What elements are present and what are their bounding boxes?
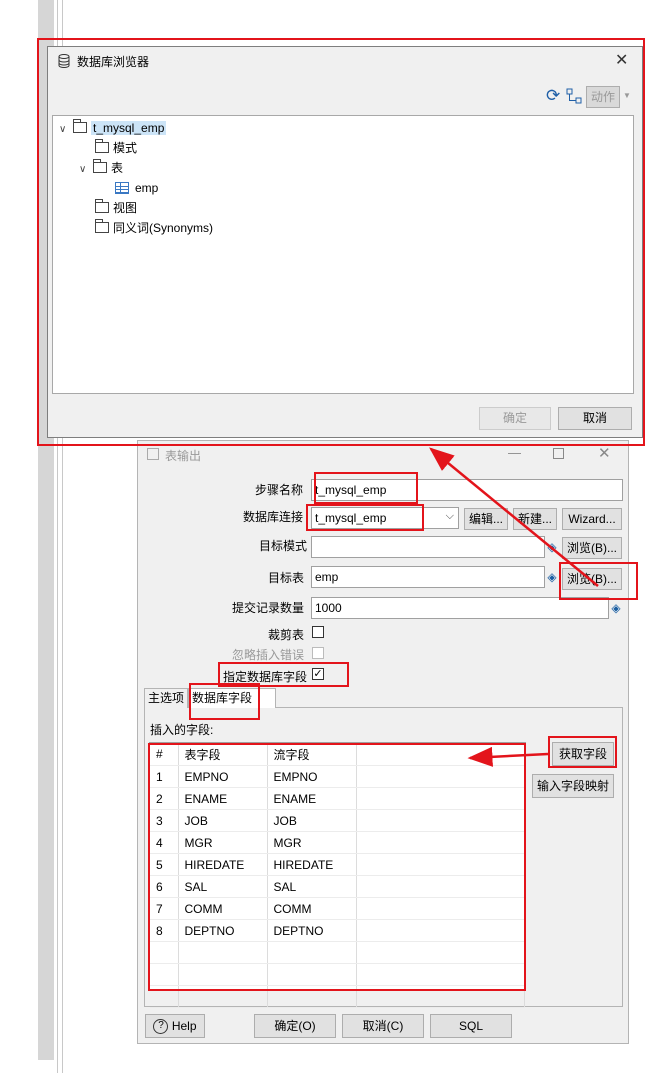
arrow-get-fields-to-grid	[467, 746, 549, 767]
annotation-arrows	[429, 447, 599, 767]
arrow-browse-to-dialog	[429, 447, 599, 587]
